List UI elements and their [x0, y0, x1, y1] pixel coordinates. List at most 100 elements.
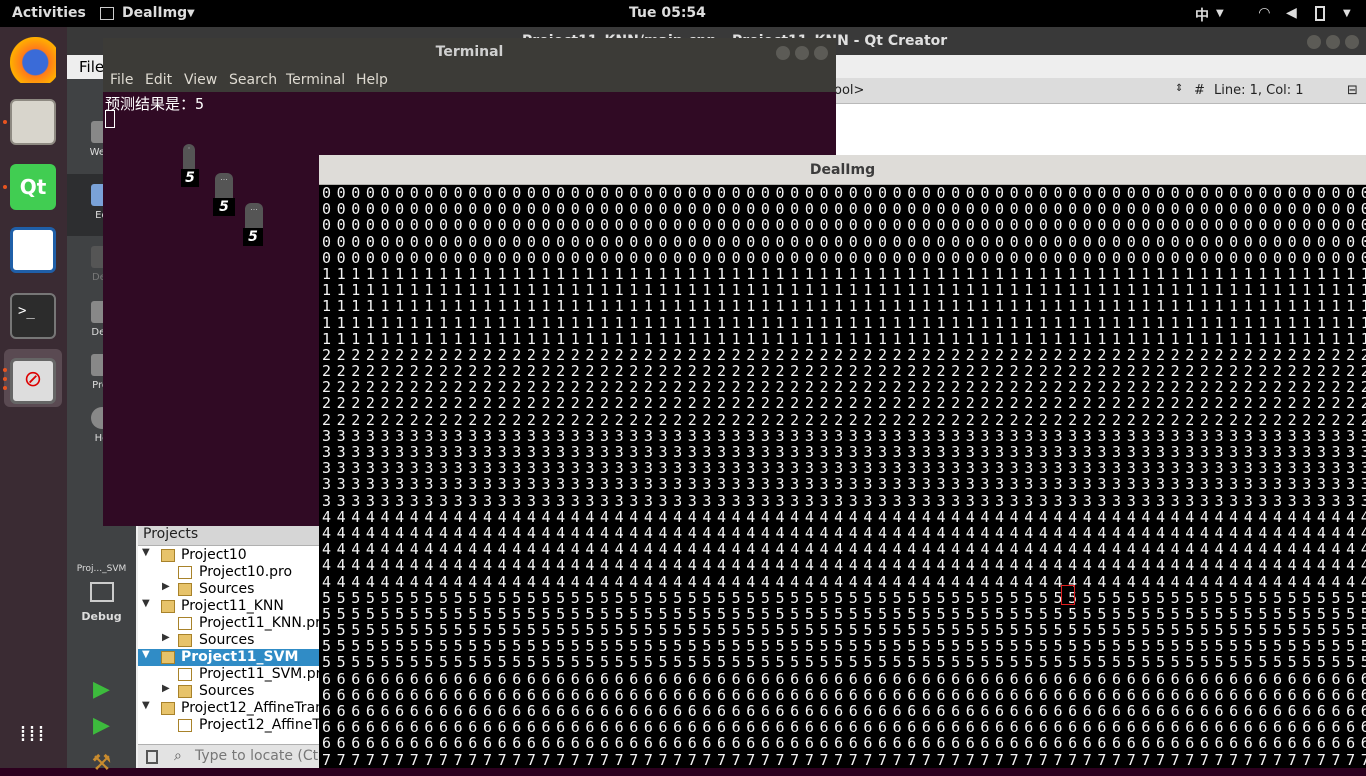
menu-file[interactable]: File [110, 72, 133, 88]
running-indicator [3, 185, 7, 189]
digits-image[interactable]: 0000000000000000000000000000000000000000… [319, 185, 1366, 768]
dealimg-window: DealImg 00000000000000000000000000000000… [319, 155, 1366, 768]
preview-digit: 5 [181, 169, 199, 187]
symbol-selector[interactable]: ool> [834, 83, 864, 98]
qtcreator-icon[interactable]: Qt [10, 164, 56, 210]
dealimg-title: DealImg [809, 162, 876, 178]
search-icon: ⌕ [174, 748, 182, 764]
editor-toolbar: ool> ⇕ # Line: 1, Col: 1 ⊟ [832, 78, 1366, 104]
digit-row: 2222222222222222222222222222222222222222… [322, 345, 1366, 364]
menu-file[interactable]: File [79, 58, 104, 76]
digit-row: 0000000000000000000000000000000000000000… [322, 248, 1366, 267]
terminal-title: Terminal [435, 44, 504, 60]
digit-row: 5555555555555555555555555555555555555555… [322, 604, 1366, 623]
firefox-icon[interactable] [10, 37, 56, 83]
digit-row: 3333333333333333333333333333333333333333… [322, 459, 1366, 478]
digit-row: 3333333333333333333333333333333333333333… [322, 426, 1366, 445]
digit-row: 3333333333333333333333333333333333333333… [322, 443, 1366, 461]
digit-row: 2222222222222222222222222222222222222222… [322, 410, 1366, 429]
digit-row: 0000000000000000000000000000000000000000… [322, 200, 1366, 219]
updown-icon: ⇕ [1175, 83, 1184, 94]
split-icon[interactable]: ⊟ [1347, 83, 1358, 98]
maximize-button[interactable] [1326, 35, 1340, 49]
folder-icon [161, 651, 175, 664]
digit-row: 7777777777777777777777777777777777777777… [322, 750, 1366, 768]
run-icon[interactable]: ▶ [67, 677, 136, 702]
digit-row: 5555555555555555555555555555555555555555… [322, 621, 1366, 640]
file-icon [178, 668, 192, 681]
system-menu-chevron-icon[interactable]: ▼ [1343, 8, 1351, 19]
preview-digit: 5 [213, 198, 235, 216]
hash-label: # [1194, 83, 1205, 98]
code-editor[interactable] [832, 104, 1366, 156]
digit-row: 6666666666666666666666666666666666666666… [322, 718, 1366, 737]
digit-row: 3333333333333333333333333333333333333333… [322, 491, 1366, 510]
volume-icon[interactable]: ◀ [1286, 5, 1297, 21]
digit-row: 0000000000000000000000000000000000000000… [322, 185, 1366, 202]
preview-digit: 5 [243, 228, 263, 246]
running-indicator [3, 386, 7, 390]
build-hammer-icon[interactable]: ⚒ [67, 751, 136, 776]
dock: Qt >_ ⊘ ⁞⁞⁞ [0, 27, 67, 768]
digit-row: 0000000000000000000000000000000000000000… [322, 232, 1366, 251]
menu-terminal[interactable]: Terminal [286, 72, 345, 88]
kit-mode-label: Debug [81, 610, 122, 623]
digit-row: 2222222222222222222222222222222222222222… [322, 378, 1366, 397]
terminal-output[interactable]: 预测结果是：5 [105, 93, 204, 114]
clock[interactable]: Tue 05:54 [629, 5, 706, 21]
wifi-icon[interactable]: ◠ [1259, 5, 1270, 21]
dealimg-titlebar: DealImg [319, 155, 1366, 185]
kit-selector[interactable]: Debug [67, 582, 136, 623]
digit-row: 5555555555555555555555555555555555555555… [322, 637, 1366, 656]
digit-row: 4444444444444444444444444444444444444444… [322, 507, 1366, 526]
debug-run-icon[interactable]: ▶ [67, 713, 136, 738]
folder-icon [161, 702, 175, 715]
digit-row: 4444444444444444444444444444444444444444… [322, 572, 1366, 591]
sidebar-toggle-icon[interactable] [146, 750, 158, 764]
digit-row: 2222222222222222222222222222222222222222… [322, 362, 1366, 381]
files-icon[interactable] [10, 99, 56, 145]
input-method-indicator[interactable]: 中 [1195, 5, 1209, 25]
projects-title[interactable]: Projects [143, 526, 198, 542]
menu-edit[interactable]: Edit [145, 72, 172, 88]
digit-row: 1111111111111111111111111111111111111111… [322, 297, 1366, 316]
terminal-titlebar: Terminal [103, 38, 836, 68]
digit-row: 1111111111111111111111111111111111111111… [322, 313, 1366, 332]
close-button[interactable] [814, 46, 828, 60]
digit-row: 1111111111111111111111111111111111111111… [322, 281, 1366, 300]
file-icon [178, 617, 192, 630]
terminal-cursor [105, 110, 115, 128]
folder-icon [161, 600, 175, 613]
folder-icon [161, 549, 175, 562]
digit-row: 4444444444444444444444444444444444444444… [322, 556, 1366, 575]
menu-search[interactable]: Search [229, 72, 277, 88]
kit-project-label: Proj..._SVM [76, 564, 127, 574]
folder-icon [178, 685, 192, 698]
menu-help[interactable]: Help [356, 72, 388, 88]
cursor-position[interactable]: Line: 1, Col: 1 [1214, 83, 1304, 98]
activities-button[interactable]: Activities [12, 5, 86, 21]
digit-row: 4444444444444444444444444444444444444444… [322, 523, 1366, 542]
digit-row: 6666666666666666666666666666666666666666… [322, 702, 1366, 720]
digit-row: 6666666666666666666666666666666666666666… [322, 669, 1366, 688]
battery-icon[interactable] [1315, 6, 1325, 21]
chevron-down-icon: ▼ [1216, 8, 1224, 19]
terminal-menubar: File Edit View Search Terminal Help [103, 68, 836, 92]
apps-grid-icon[interactable]: ⁞⁞⁞ [10, 715, 56, 761]
terminal-icon[interactable]: >_ [10, 293, 56, 339]
digit-row: 6666666666666666666666666666666666666666… [322, 734, 1366, 753]
digit-row: 0000000000000000000000000000000000000000… [322, 216, 1366, 235]
digit-row: 6666666666666666666666666666666666666666… [322, 685, 1366, 704]
digit-row: 4444444444444444444444444444444444444444… [322, 540, 1366, 559]
minimize-button[interactable] [1307, 35, 1321, 49]
app-menu-button[interactable]: DealImg [122, 5, 187, 21]
close-button[interactable] [1345, 35, 1359, 49]
dealimg-icon[interactable]: ⊘ [10, 358, 56, 404]
folder-icon [178, 583, 192, 596]
writer-icon[interactable] [10, 227, 56, 273]
minimize-button[interactable] [776, 46, 790, 60]
menu-view[interactable]: View [184, 72, 217, 88]
maximize-button[interactable] [795, 46, 809, 60]
running-indicator [3, 377, 7, 381]
chevron-down-icon: ▼ [187, 8, 195, 19]
